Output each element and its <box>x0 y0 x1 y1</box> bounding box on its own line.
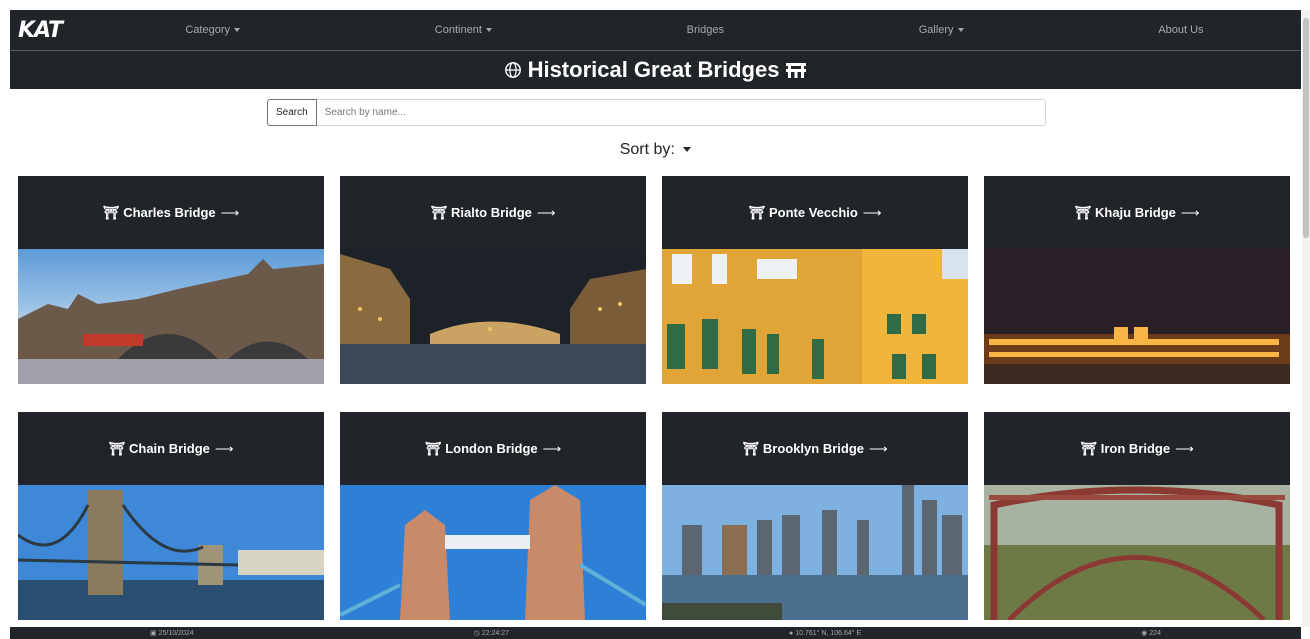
sort-label: Sort by: <box>619 141 675 158</box>
nav-gallery-label: Gallery <box>918 24 954 36</box>
card-ponte-vecchio[interactable]: ⛩ Ponte Vecchio ⟶ <box>662 176 968 384</box>
calendar-icon: ▣ <box>150 630 157 637</box>
footer-location: ● 10.761° N, 106.64° E <box>789 630 861 637</box>
card-rialto-bridge[interactable]: ⛩ Rialto Bridge ⟶ <box>340 176 646 384</box>
card-title: Khaju Bridge <box>1094 205 1176 220</box>
card-title: Ponte Vecchio <box>769 205 858 220</box>
sort-dropdown[interactable]: Sort by: <box>10 141 1301 159</box>
chevron-down-icon <box>485 28 492 33</box>
location-value: 10.761° N, 106.64° E <box>795 629 862 637</box>
card-title: Brooklyn Bridge <box>762 441 864 456</box>
chevron-down-icon <box>683 147 692 153</box>
card-title: Charles Bridge <box>123 205 216 220</box>
nav-continent[interactable]: Continent <box>435 24 492 36</box>
card-title: Rialto Bridge <box>450 205 532 220</box>
card-title: Chain Bridge <box>128 441 210 456</box>
search-bar: Search <box>267 99 1046 126</box>
arrow-right-icon: ⟶ <box>214 440 234 456</box>
bridge-image <box>984 485 1290 620</box>
navbar: KAT Category Continent Bridges Gallery A… <box>10 10 1301 51</box>
arrow-right-icon: ⟶ <box>542 440 562 456</box>
nav-category-label: Category <box>185 24 231 36</box>
bridge-image <box>662 485 968 620</box>
page-scrollbar[interactable] <box>1302 10 1310 627</box>
globe-icon <box>504 62 521 78</box>
card-chain-bridge[interactable]: ⛩ Chain Bridge ⟶ <box>18 412 324 620</box>
bridge-icon: ⛩ <box>102 204 120 220</box>
bridge-icon: ⛩ <box>430 204 447 220</box>
arrow-right-icon: ⟶ <box>862 204 882 220</box>
arrow-right-icon: ⟶ <box>1175 440 1194 456</box>
card-header: ⛩ Khaju Bridge ⟶ <box>984 176 1290 249</box>
card-header: ⛩ London Bridge ⟶ <box>340 412 646 485</box>
nav-gallery[interactable]: Gallery <box>919 24 964 36</box>
card-brooklyn-bridge[interactable]: ⛩ Brooklyn Bridge ⟶ <box>662 412 968 620</box>
search-button[interactable]: Search <box>267 99 317 126</box>
bridge-image <box>662 249 968 384</box>
nav-bridges[interactable]: Bridges <box>687 24 724 36</box>
arrow-right-icon: ⟶ <box>220 204 240 220</box>
arrow-right-icon: ⟶ <box>869 440 888 456</box>
bridge-icon: ⛩ <box>424 440 442 456</box>
bridge-icon: ⛩ <box>748 204 765 220</box>
card-header: ⛩ Chain Bridge ⟶ <box>18 412 324 485</box>
card-header: ⛩ Iron Bridge ⟶ <box>984 412 1290 485</box>
nav-bridges-label: Bridges <box>686 24 724 36</box>
footer-date: ▣ 25/10/2024 <box>150 629 194 637</box>
card-header: ⛩ Ponte Vecchio ⟶ <box>662 176 968 249</box>
arrow-right-icon: ⟶ <box>1180 204 1200 220</box>
bridge-image <box>18 249 324 384</box>
nav-about-us[interactable]: About Us <box>1158 24 1203 36</box>
card-header: ⛩ Rialto Bridge ⟶ <box>340 176 646 249</box>
card-header: ⛩ Brooklyn Bridge ⟶ <box>662 412 968 485</box>
card-khaju-bridge[interactable]: ⛩ Khaju Bridge ⟶ <box>984 176 1290 384</box>
footer-time: ◷ 22:24:27 <box>474 629 509 637</box>
bridge-icon: ⛩ <box>1074 204 1091 220</box>
time-value: 22:24:27 <box>481 630 509 637</box>
site-logo[interactable]: KAT <box>10 18 88 43</box>
arrow-right-icon: ⟶ <box>536 204 556 220</box>
nav-category[interactable]: Category <box>185 24 241 36</box>
eye-icon: ◉ <box>1141 630 1148 637</box>
page-title-bar: Historical Great Bridges <box>10 51 1301 89</box>
card-title: London Bridge <box>445 441 538 456</box>
page-title: Historical Great Bridges <box>527 57 780 82</box>
footer-visits: ◉ 224 <box>1141 629 1161 637</box>
chevron-down-icon <box>234 28 241 33</box>
clock-icon: ◷ <box>473 630 480 637</box>
card-charles-bridge[interactable]: ⛩ Charles Bridge ⟶ <box>18 176 324 384</box>
visits-value: 224 <box>1149 630 1161 637</box>
card-title: Iron Bridge <box>1100 441 1171 456</box>
nav-about-label: About Us <box>1158 24 1204 36</box>
bridge-image <box>340 249 646 384</box>
bridge-image <box>984 249 1290 384</box>
card-header: ⛩ Charles Bridge ⟶ <box>18 176 324 249</box>
app-frame: KAT Category Continent Bridges Gallery A… <box>10 10 1301 620</box>
bridge-image <box>18 485 324 620</box>
status-footer: ▣ 25/10/2024 ◷ 22:24:27 ● 10.761° N, 106… <box>10 627 1301 639</box>
date-value: 25/10/2024 <box>158 630 194 637</box>
card-iron-bridge[interactable]: ⛩ Iron Bridge ⟶ <box>984 412 1290 620</box>
location-pin-icon: ● <box>789 629 794 637</box>
bridge-icon: ⛩ <box>108 440 125 456</box>
bridge-icon: ⛩ <box>742 440 759 456</box>
nav-continent-label: Continent <box>434 24 482 36</box>
bridge-image <box>340 485 646 620</box>
chevron-down-icon <box>957 28 964 33</box>
search-input[interactable] <box>316 99 1046 126</box>
bridge-icon <box>786 63 807 78</box>
nav-items: Category Continent Bridges Gallery About… <box>88 24 1301 36</box>
scrollbar-thumb[interactable] <box>1303 18 1309 238</box>
card-london-bridge[interactable]: ⛩ London Bridge ⟶ <box>340 412 646 620</box>
bridge-icon: ⛩ <box>1080 440 1097 456</box>
